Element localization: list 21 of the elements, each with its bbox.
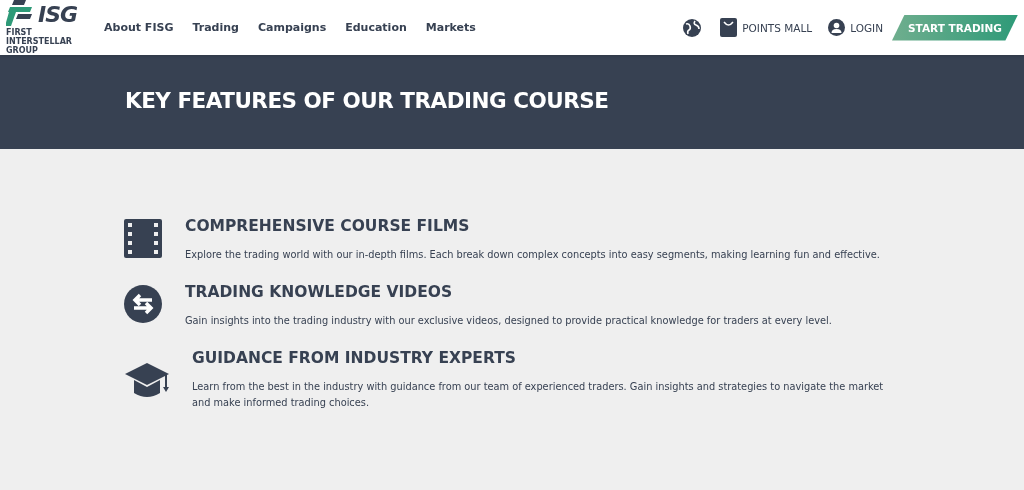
nav-link[interactable]: Trading <box>192 21 239 34</box>
login-link[interactable]: LOGIN <box>828 19 883 36</box>
banner-title: KEY FEATURES OF OUR TRADING COURSE <box>125 87 610 113</box>
nav-link[interactable]: About FISG <box>104 21 174 34</box>
shopping-bag-icon <box>720 18 738 37</box>
feature-title: TRADING KNOWLEDGE VIDEOS <box>185 283 454 301</box>
points-mall-link[interactable]: POINTS MALL <box>720 18 813 37</box>
nav-link[interactable]: Markets <box>425 21 476 34</box>
globe-icon[interactable] <box>682 17 703 38</box>
film-strip-icon <box>124 219 162 258</box>
logo-text: ISG <box>38 4 78 26</box>
feature-description: Learn from the best in the industry with guidance from our team of experienced traders. Gain insights and strategies to navigate the market and make informed trading choices. <box>192 380 885 410</box>
feature-description: Gain insights into the trading industry with our exclusive videos, designed to provide practical knowledge for traders at every level. <box>185 314 832 328</box>
feature-description: Explore the trading world with our in-depth films. Each break down complex concepts into easy segments, making learning fun and effective. <box>185 248 880 262</box>
feature-title: GUIDANCE FROM INDUSTRY EXPERTS <box>192 349 517 367</box>
exchange-arrows-icon <box>124 285 162 323</box>
nav-link[interactable]: Education <box>345 21 407 34</box>
feature-title: COMPREHENSIVE COURSE FILMS <box>185 217 471 235</box>
nav-link[interactable]: Campaigns <box>257 21 327 34</box>
user-icon <box>828 19 846 36</box>
logo-tagline: FIRST INTERSTELLAR GROUP <box>6 28 73 55</box>
